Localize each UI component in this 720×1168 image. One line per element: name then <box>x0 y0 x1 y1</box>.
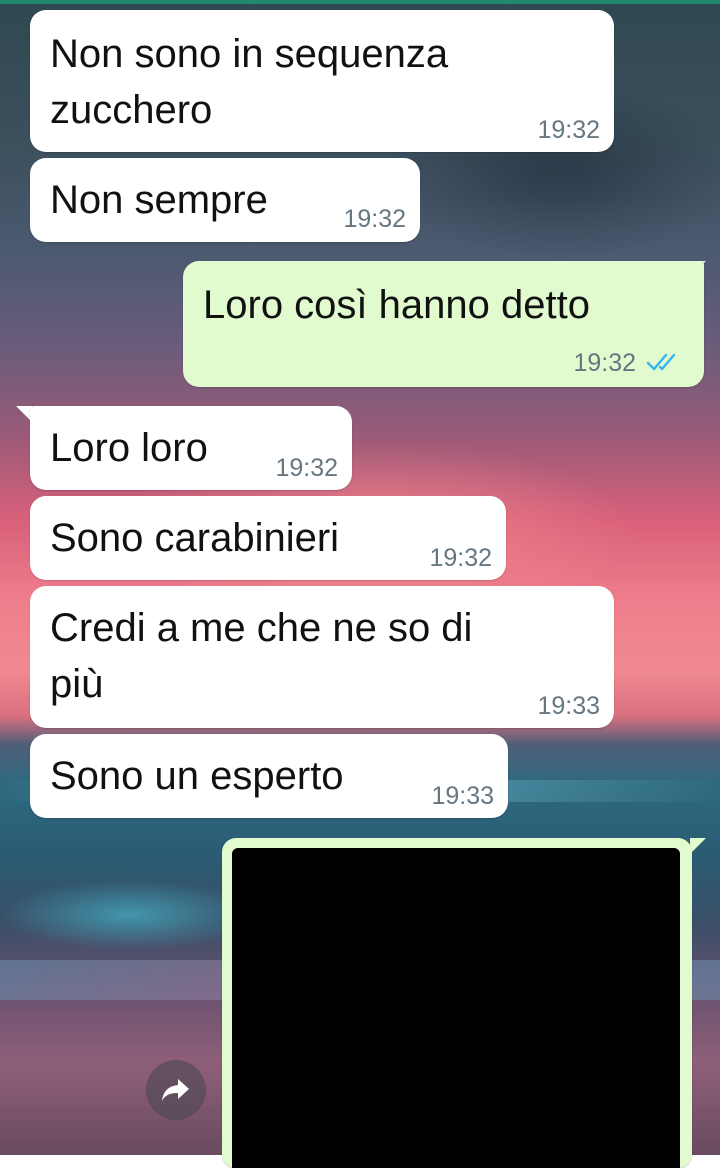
message-bubble-outgoing[interactable]: Loro così hanno detto 19:32 <box>183 261 704 387</box>
forward-button[interactable] <box>146 1060 206 1120</box>
message-time: 19:32 <box>573 349 636 377</box>
message-text: Credi a me che ne so di <box>50 606 473 650</box>
message-text: Sono carabinieri <box>50 516 340 560</box>
forward-arrow-icon <box>162 1079 189 1101</box>
message-bubble-incoming[interactable]: Credi a me che ne so di più 19:33 <box>30 586 614 728</box>
top-accent-bar <box>0 0 720 4</box>
message-text: Non sempre <box>50 178 268 222</box>
message-time: 19:33 <box>537 692 600 720</box>
double-check-icon <box>646 351 686 378</box>
bubble-tail <box>690 838 706 854</box>
message-bubble-incoming[interactable]: Non sempre 19:32 <box>30 158 420 242</box>
message-text: Loro così hanno detto <box>203 283 590 327</box>
message-time: 19:32 <box>537 116 600 144</box>
message-text: più <box>50 662 104 706</box>
message-time: 19:32 <box>429 544 492 572</box>
message-time: 19:33 <box>431 782 494 810</box>
media-message-bubble[interactable] <box>222 838 692 1168</box>
message-text: Loro loro <box>50 426 208 470</box>
message-bubble-incoming[interactable]: Non sono in sequenza zucchero 19:32 <box>30 10 614 152</box>
message-bubble-incoming[interactable]: Loro loro 19:32 <box>30 406 352 490</box>
message-bubble-incoming[interactable]: Sono carabinieri 19:32 <box>30 496 506 580</box>
message-text: Non sono in sequenza <box>50 32 449 76</box>
redacted-image[interactable] <box>232 848 680 1168</box>
message-time: 19:32 <box>275 454 338 482</box>
message-text: zucchero <box>50 88 213 132</box>
message-bubble-incoming[interactable]: Sono un esperto 19:33 <box>30 734 508 818</box>
message-text: Sono un esperto <box>50 754 344 798</box>
message-time: 19:32 <box>343 205 406 233</box>
